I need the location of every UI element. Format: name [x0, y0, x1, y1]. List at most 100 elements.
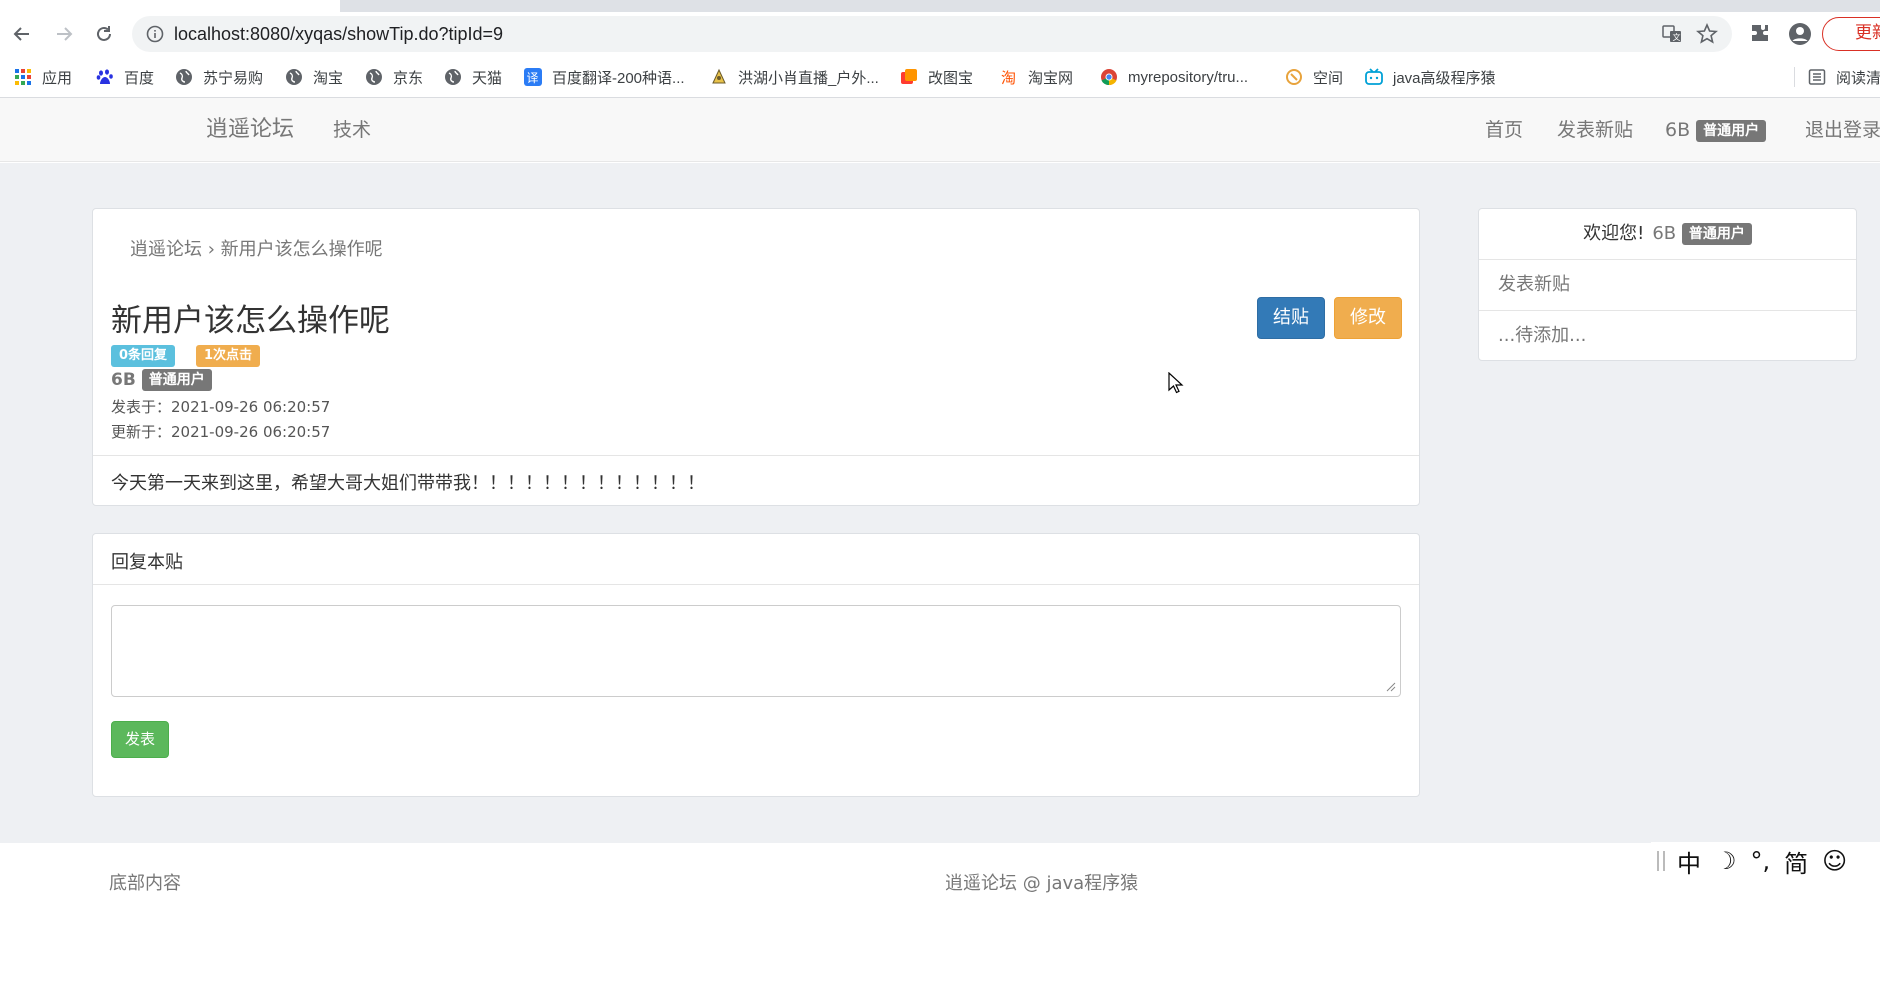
ime-drag-handle[interactable] — [1657, 851, 1665, 871]
bookmark-label[interactable]: 淘宝 — [313, 67, 343, 88]
live-icon — [710, 68, 728, 86]
bookmark-label[interactable]: 京东 — [393, 67, 423, 88]
click-count-badge: 1次点击 — [196, 345, 261, 367]
sidebar-role-badge: 普通用户 — [1681, 223, 1752, 245]
bookmark-item[interactable]: 淘 淘宝网 — [1000, 56, 1073, 98]
edit-post-button[interactable]: 修改 — [1334, 297, 1402, 339]
bookmark-label[interactable]: 百度翻译-200种语... — [552, 67, 685, 88]
footer-left-text: 底部内容 — [109, 873, 181, 894]
globe-icon — [444, 68, 462, 86]
moon-icon[interactable]: ☽ — [1715, 847, 1737, 875]
apps-grid-icon — [14, 68, 32, 86]
user-sidebar: 欢迎您! 6B 普通用户 发表新贴 ...待添加... — [1478, 208, 1857, 361]
bookmarks-divider — [1794, 67, 1795, 87]
chrome-icon — [1100, 68, 1118, 86]
emoji-icon[interactable]: ☺ — [1822, 847, 1847, 875]
bookmark-label[interactable]: myrepository/tru... — [1128, 69, 1248, 86]
nav-logout-link[interactable]: 退出登录 — [1805, 98, 1880, 162]
bookmark-item[interactable]: 应用 — [14, 56, 72, 98]
bookmark-label[interactable]: 天猫 — [472, 67, 502, 88]
url-text[interactable]: localhost:8080/xyqas/showTip.do?tipId=9 — [174, 16, 503, 52]
user-role-badge: 普通用户 — [1696, 119, 1767, 142]
forward-button[interactable] — [48, 20, 80, 48]
reading-list-button[interactable]: 阅读清单 — [1808, 56, 1880, 98]
extensions-puzzle-icon[interactable] — [1749, 22, 1771, 44]
browser-toolbar: localhost:8080/xyqas/showTip.do?tipId=9 … — [0, 12, 1880, 56]
globe-icon — [365, 68, 383, 86]
arrow-right-icon — [57, 27, 73, 41]
ime-language-toggle[interactable]: 中 — [1677, 844, 1701, 879]
bookmark-label[interactable]: 洪湖小肖直播_户外... — [738, 67, 879, 88]
arrow-left-icon — [13, 27, 29, 41]
bilibili-icon — [1365, 68, 1383, 86]
welcome-text: 欢迎您! — [1583, 223, 1645, 244]
bookmark-label[interactable]: 百度 — [124, 67, 154, 88]
nav-username: 6B — [1665, 119, 1691, 141]
reload-button[interactable] — [88, 20, 120, 48]
baidu-paw-icon — [96, 68, 114, 86]
reply-count-badge: 0条回复 — [111, 345, 176, 367]
bookmark-item[interactable]: 译 百度翻译-200种语... — [524, 56, 685, 98]
post-author: 6B 普通用户 — [111, 369, 212, 391]
bookmark-star-icon[interactable] — [1696, 23, 1718, 45]
bookmark-label[interactable]: 空间 — [1313, 67, 1343, 88]
bookmark-label[interactable]: 淘宝网 — [1028, 67, 1073, 88]
reload-icon — [97, 26, 111, 41]
bookmark-item[interactable]: 百度 — [96, 56, 154, 98]
globe-icon — [175, 68, 193, 86]
bookmark-item[interactable]: java高级程序猿 — [1365, 56, 1496, 98]
info-icon[interactable] — [146, 25, 164, 43]
post-panel: 逍遥论坛 › 新用户该怎么操作呢 新用户该怎么操作呢 0条回复 1次点击 6B … — [92, 208, 1420, 506]
svg-text:文: 文 — [1673, 32, 1681, 42]
translate-page-icon[interactable]: 文 — [1662, 25, 1682, 43]
submit-reply-button[interactable]: 发表 — [111, 721, 169, 758]
svg-text:译: 译 — [527, 71, 539, 85]
reply-heading-text: 回复本贴 — [111, 552, 183, 573]
reply-textarea[interactable] — [111, 605, 1401, 697]
author-name[interactable]: 6B — [111, 370, 136, 390]
nav-user-link[interactable]: 6B 普通用户 — [1665, 98, 1767, 162]
nav-new-post-link[interactable]: 发表新贴 — [1557, 98, 1633, 162]
svg-text:淘: 淘 — [1001, 69, 1016, 86]
bookmark-label[interactable]: 苏宁易购 — [203, 67, 263, 88]
post-content: 今天第一天来到这里，希望大哥大姐们带带我！！！！！！！！！！！！！ — [111, 473, 705, 494]
bookmark-item[interactable]: 天猫 — [444, 56, 502, 98]
bookmark-item[interactable]: myrepository/tru... — [1100, 56, 1248, 98]
qzone-icon — [1285, 68, 1303, 86]
reply-heading: 回复本贴 — [93, 534, 1419, 585]
nav-category-tech[interactable]: 技术 — [333, 98, 371, 162]
post-divider — [93, 455, 1419, 456]
post-updated-time: 更新于：2021-09-26 06:20:57 — [111, 423, 331, 441]
close-post-button[interactable]: 结贴 — [1257, 297, 1325, 339]
ime-punctuation-toggle[interactable]: °, — [1751, 847, 1771, 875]
bookmark-item[interactable]: 京东 — [365, 56, 423, 98]
resize-grip-icon[interactable] — [1386, 682, 1396, 692]
profile-avatar-icon[interactable] — [1788, 22, 1812, 46]
sidebar-pending-item: ...待添加... — [1498, 325, 1587, 346]
translate-icon: 译 — [524, 68, 542, 86]
bookmark-label[interactable]: java高级程序猿 — [1393, 67, 1496, 88]
bookmark-item[interactable]: 空间 — [1285, 56, 1343, 98]
back-button[interactable] — [6, 20, 38, 48]
reading-list-label[interactable]: 阅读清单 — [1836, 67, 1880, 88]
welcome-row: 欢迎您! 6B 普通用户 — [1479, 209, 1856, 260]
mouse-cursor-icon — [1168, 372, 1184, 394]
bookmark-label[interactable]: 应用 — [42, 67, 72, 88]
bookmark-label[interactable]: 改图宝 — [928, 67, 973, 88]
post-published-time: 发表于：2021-09-26 06:20:57 — [111, 398, 331, 416]
ime-script-toggle[interactable]: 简 — [1784, 844, 1808, 879]
bookmark-item[interactable]: 改图宝 — [900, 56, 973, 98]
brand-link[interactable]: 逍遥论坛 — [206, 98, 294, 162]
bookmark-item[interactable]: 苏宁易购 — [175, 56, 263, 98]
address-bar[interactable]: localhost:8080/xyqas/showTip.do?tipId=9 … — [132, 16, 1732, 52]
site-navbar: 逍遥论坛 技术 首页 发表新贴 6B 普通用户 退出登录 — [0, 98, 1880, 162]
sidebar-username[interactable]: 6B — [1652, 223, 1676, 244]
bookmark-item[interactable]: 淘宝 — [285, 56, 343, 98]
sidebar-new-post-link[interactable]: 发表新贴 — [1479, 260, 1856, 311]
update-button[interactable]: 更新 — [1822, 17, 1880, 51]
bookmark-item[interactable]: 洪湖小肖直播_户外... — [710, 56, 879, 98]
footer-copyright: 逍遥论坛 @ java程序猿 — [945, 873, 1139, 894]
nav-home-link[interactable]: 首页 — [1485, 98, 1523, 162]
author-role-badge: 普通用户 — [141, 369, 212, 391]
breadcrumb[interactable]: 逍遥论坛 › 新用户该怎么操作呢 — [130, 235, 383, 261]
